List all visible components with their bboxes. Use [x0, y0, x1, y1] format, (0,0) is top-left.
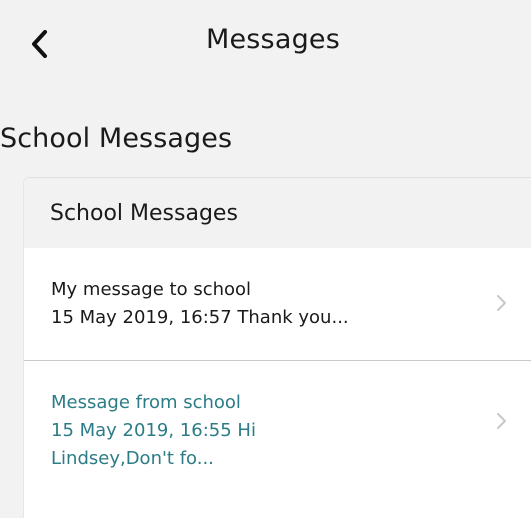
message-preview: 15 May 2019, 16:55 Hi [51, 420, 256, 441]
message-preview-continued: Lindsey,Don't fo... [51, 448, 214, 469]
message-subject: My message to school [51, 279, 252, 300]
message-text: Message from school 15 May 2019, 16:55 H… [51, 361, 531, 473]
message-item-received[interactable]: Message from school 15 May 2019, 16:55 H… [24, 361, 531, 501]
message-item-sent[interactable]: My message to school 15 May 2019, 16:57 … [24, 248, 531, 361]
message-subject: Message from school [51, 392, 241, 413]
chevron-right-icon [495, 411, 509, 431]
message-text: My message to school 15 May 2019, 16:57 … [51, 248, 531, 332]
messages-card: School Messages My message to school 15 … [23, 177, 531, 518]
message-preview: 15 May 2019, 16:57 Thank you... [51, 307, 349, 328]
chevron-right-icon [495, 293, 509, 313]
navigation-bar: Messages [0, 0, 531, 88]
card-header: School Messages [24, 178, 531, 248]
page-title: Messages [205, 24, 340, 55]
section-heading: School Messages [0, 123, 233, 154]
